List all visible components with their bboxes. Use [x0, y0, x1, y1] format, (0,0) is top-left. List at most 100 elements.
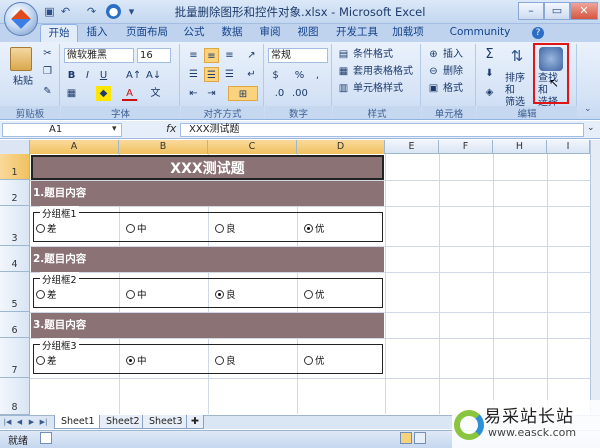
sort-filter-button[interactable]: 排序和 筛选 — [504, 72, 534, 110]
table-format-button[interactable]: 套用表格格式 — [352, 64, 414, 80]
tab-view[interactable]: 视图 — [294, 24, 322, 42]
wrap-text-icon[interactable]: ↵ — [244, 67, 259, 82]
radio-option[interactable]: 优 — [304, 221, 325, 235]
align-right-icon[interactable]: ☰ — [222, 67, 237, 82]
radio-option[interactable]: 良 — [215, 287, 236, 301]
tab-page-layout[interactable]: 页面布局 — [122, 24, 172, 42]
conditional-format-button[interactable]: 条件格式 — [352, 47, 394, 63]
qat-customize-icon[interactable]: ▾ — [124, 4, 139, 19]
print-preview-icon[interactable]: ● — [106, 4, 121, 19]
row-header-5[interactable]: 5 — [0, 272, 30, 312]
formula-expand-icon[interactable]: ⌄ — [587, 123, 595, 133]
radio-option[interactable]: 良 — [215, 353, 236, 367]
decrease-indent-icon[interactable]: ⇤ — [186, 86, 201, 101]
prev-sheet-icon[interactable]: ◀ — [14, 416, 25, 428]
vertical-scrollbar[interactable] — [590, 140, 600, 415]
increase-indent-icon[interactable]: ⇥ — [204, 86, 219, 101]
percent-button[interactable]: % — [292, 68, 307, 83]
column-header-d[interactable]: D — [297, 140, 385, 154]
close-button[interactable]: ✕ — [570, 2, 598, 20]
tab-addins[interactable]: 加载项 — [390, 24, 426, 42]
shrink-font-icon[interactable]: A↓ — [146, 68, 161, 83]
sheet-tab-2[interactable]: Sheet2 — [99, 415, 147, 429]
radio-option[interactable]: 中 — [126, 221, 147, 235]
save-icon[interactable]: ▣ — [42, 4, 57, 19]
undo-icon[interactable]: ↶ — [58, 4, 73, 19]
next-sheet-icon[interactable]: ▶ — [26, 416, 37, 428]
font-name-combo[interactable]: 微软雅黑 — [64, 48, 134, 63]
insert-cells-button[interactable]: 插入 — [442, 47, 464, 63]
grow-font-icon[interactable]: A↑ — [126, 68, 141, 83]
align-left-icon[interactable]: ☰ — [186, 67, 201, 82]
autosum-button[interactable]: Σ — [482, 47, 497, 62]
copy-icon[interactable]: ❐ — [40, 64, 55, 79]
decrease-decimal-icon[interactable]: .00 — [292, 86, 308, 101]
ribbon-expand-icon[interactable]: ⌄ — [584, 104, 592, 114]
row-header-8[interactable]: 8 — [0, 378, 30, 415]
radio-option[interactable]: 中 — [126, 287, 147, 301]
select-all-button[interactable] — [0, 140, 30, 154]
last-sheet-icon[interactable]: ▶| — [38, 416, 49, 428]
column-header-c[interactable]: C — [208, 140, 297, 154]
macro-record-icon[interactable] — [40, 432, 52, 444]
fill-icon[interactable]: ⬇ — [482, 66, 497, 81]
name-box-dropdown-icon[interactable]: ▾ — [112, 124, 117, 134]
radio-option[interactable]: 优 — [304, 353, 325, 367]
tab-formulas[interactable]: 公式 — [180, 24, 208, 42]
radio-option[interactable]: 差 — [36, 221, 57, 235]
tab-review[interactable]: 审阅 — [256, 24, 284, 42]
phonetic-icon[interactable]: 文 — [148, 86, 163, 101]
radio-option[interactable]: 中 — [126, 353, 147, 367]
bold-button[interactable]: B — [64, 68, 79, 83]
fill-color-icon[interactable]: ◆ — [96, 86, 111, 101]
insert-function-button[interactable]: fx — [166, 122, 176, 135]
tab-developer[interactable]: 开发工具 — [334, 24, 380, 42]
group-box-1[interactable]: 分组框1 差 中 良 优 — [33, 206, 383, 242]
merge-center-icon[interactable]: ⊞ — [228, 86, 258, 101]
sheet-tab-1[interactable]: Sheet1 — [54, 415, 102, 429]
clear-icon[interactable]: ◈ — [482, 85, 497, 100]
column-header-e[interactable]: E — [385, 140, 439, 154]
maximize-button[interactable]: ▭ — [544, 2, 570, 20]
format-cells-button[interactable]: 格式 — [442, 81, 464, 97]
column-header-h[interactable]: H — [493, 140, 547, 154]
row-header-3[interactable]: 3 — [0, 206, 30, 246]
align-middle-icon[interactable]: ≡ — [204, 48, 219, 63]
tab-data[interactable]: 数据 — [218, 24, 246, 42]
font-size-combo[interactable]: 16 — [137, 48, 171, 63]
column-header-a[interactable]: A — [30, 140, 119, 154]
italic-button[interactable]: I — [80, 68, 95, 83]
first-sheet-icon[interactable]: |◀ — [2, 416, 13, 428]
currency-icon[interactable]: $ — [268, 68, 283, 83]
tab-community-clips[interactable]: Community Clips — [438, 24, 522, 55]
radio-option[interactable]: 良 — [215, 221, 236, 235]
comma-button[interactable]: , — [310, 68, 325, 83]
paste-icon[interactable] — [10, 47, 32, 71]
tab-insert[interactable]: 插入 — [82, 24, 112, 42]
increase-decimal-icon[interactable]: .0 — [272, 86, 287, 101]
column-header-i[interactable]: I — [547, 140, 590, 154]
underline-button[interactable]: U — [96, 68, 111, 83]
paste-button[interactable]: 粘贴 — [12, 74, 34, 90]
redo-icon[interactable]: ↷ — [84, 4, 99, 19]
row-header-7[interactable]: 7 — [0, 338, 30, 378]
sheet-title[interactable]: XXX测试题 — [31, 155, 384, 180]
help-icon[interactable]: ? — [532, 27, 544, 39]
row-header-6[interactable]: 6 — [0, 312, 30, 338]
sheet-tab-3[interactable]: Sheet3 — [142, 415, 190, 429]
section-heading-3[interactable]: 3.题目内容 — [31, 313, 384, 338]
row-header-1[interactable]: 1 — [0, 154, 30, 180]
tab-home[interactable]: 开始 — [40, 24, 78, 42]
normal-view-icon[interactable] — [400, 432, 412, 444]
radio-option[interactable]: 差 — [36, 353, 57, 367]
align-bottom-icon[interactable]: ≡ — [222, 48, 237, 63]
minimize-button[interactable]: – — [518, 2, 544, 20]
group-box-2[interactable]: 分组框2 差 中 良 优 — [33, 272, 383, 308]
font-color-button[interactable]: A — [122, 86, 137, 101]
cut-icon[interactable]: ✂ — [40, 46, 55, 61]
new-sheet-icon[interactable]: ✚ — [186, 415, 204, 429]
page-layout-view-icon[interactable] — [414, 432, 426, 444]
row-header-2[interactable]: 2 — [0, 180, 30, 206]
cell-styles-button[interactable]: 单元格样式 — [352, 81, 404, 97]
number-format-combo[interactable]: 常规 — [268, 48, 328, 63]
